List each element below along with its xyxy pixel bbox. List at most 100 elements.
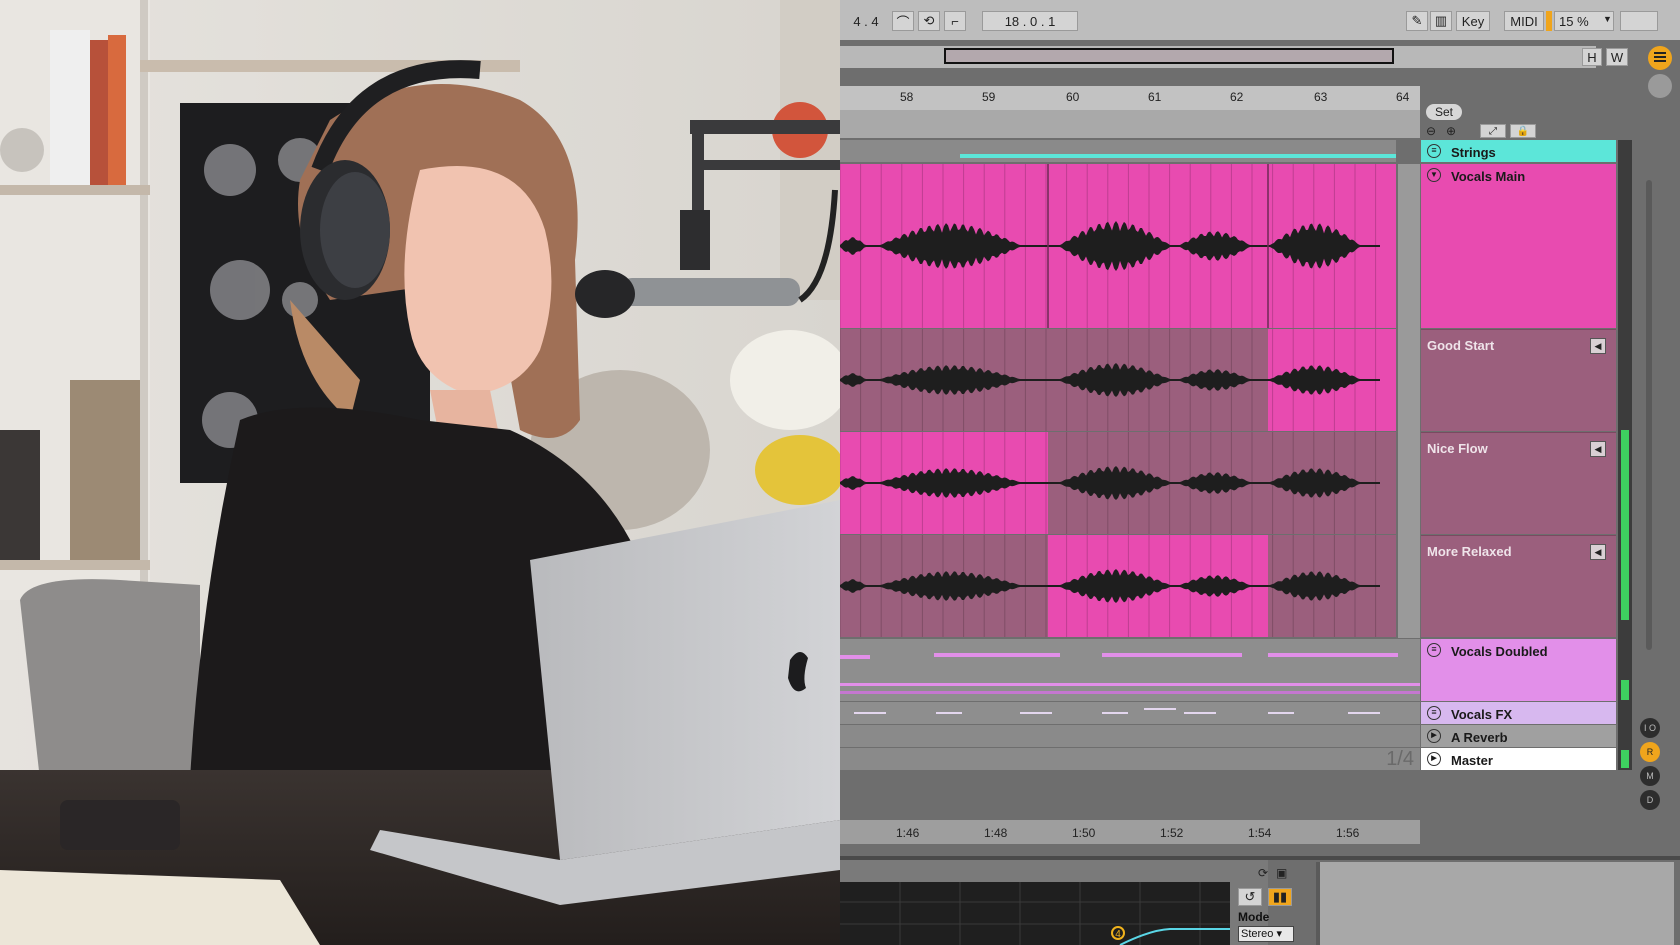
time-tick: 1:48 bbox=[984, 826, 1008, 840]
time-tick: 1:52 bbox=[1160, 826, 1184, 840]
adapt-q-icon[interactable]: ↺ bbox=[1238, 888, 1262, 906]
vertical-scrollbar[interactable] bbox=[1646, 180, 1652, 650]
waveform-take-1 bbox=[840, 329, 1396, 431]
bar-64: 64 bbox=[1396, 90, 1410, 104]
take-header-more-relaxed[interactable]: More Relaxed ◀ bbox=[1421, 535, 1616, 637]
time-tick: 1:54 bbox=[1248, 826, 1272, 840]
track-header-vocals-doubled[interactable]: ≡ Vocals Doubled bbox=[1421, 639, 1616, 701]
grid-size-label[interactable]: 1/4 bbox=[1386, 748, 1414, 770]
master-lane[interactable]: 1/4 bbox=[840, 748, 1420, 770]
group-fold-icon[interactable]: ≡ bbox=[1427, 144, 1441, 158]
follow-icon[interactable]: ⌒ bbox=[892, 11, 914, 31]
time-signature[interactable]: 4 . 4 bbox=[846, 11, 886, 31]
time-tick: 1:46 bbox=[896, 826, 920, 840]
eq-display[interactable]: 4 bbox=[840, 882, 1230, 945]
take-name: Good Start bbox=[1427, 338, 1495, 353]
save-preset-icon[interactable]: ▣ bbox=[1276, 866, 1287, 880]
track-name: Vocals FX bbox=[1451, 707, 1513, 722]
chevron-down-icon[interactable]: ▼ bbox=[1603, 14, 1612, 24]
midi-map-button[interactable]: MIDI bbox=[1504, 11, 1544, 31]
bar-60: 60 bbox=[1066, 90, 1080, 104]
lock-icon[interactable]: 🔒 bbox=[1510, 124, 1536, 138]
take-header-nice-flow[interactable]: Nice Flow ◀ bbox=[1421, 432, 1616, 534]
track-meters bbox=[1618, 140, 1632, 770]
a-reverb-lane[interactable] bbox=[840, 725, 1420, 747]
punch-icon[interactable]: ⌐ bbox=[944, 11, 966, 31]
daw-arrangement-view: 4 . 4 ⌒ ⟲ ⌐ 18 . 0 . 1 ✎ ▥ Key MIDI 15 %… bbox=[840, 0, 1680, 945]
bar-62: 62 bbox=[1230, 90, 1244, 104]
group-fold-icon[interactable]: ≡ bbox=[1427, 706, 1441, 720]
audition-speaker-icon[interactable]: ◀ bbox=[1590, 338, 1606, 354]
take-lanes-fold-icon[interactable]: ▼ bbox=[1427, 168, 1441, 182]
track-name: A Reverb bbox=[1451, 730, 1508, 745]
next-locator-icon[interactable]: ⊕ bbox=[1446, 124, 1456, 138]
fold-icon[interactable]: ▶ bbox=[1427, 729, 1441, 743]
track-header-a-reverb[interactable]: ▶ A Reverb bbox=[1421, 725, 1616, 747]
overview-window[interactable] bbox=[944, 48, 1394, 64]
bar-ruler[interactable]: 58 59 60 61 62 63 64 bbox=[840, 86, 1420, 110]
loop-icon[interactable]: ⟲ bbox=[918, 11, 940, 31]
fold-icon[interactable]: ▶ bbox=[1427, 752, 1441, 766]
menu-icon[interactable] bbox=[1648, 46, 1672, 70]
track-header-master[interactable]: ▶ Master bbox=[1421, 748, 1616, 770]
expand-icon[interactable]: ⤢ bbox=[1480, 124, 1506, 138]
track-header-strings[interactable]: ≡ Strings bbox=[1421, 140, 1616, 162]
mixer-toggle-icon[interactable] bbox=[1648, 74, 1672, 98]
vocals-meter bbox=[1621, 430, 1629, 620]
mixer-toggle-button[interactable]: M bbox=[1640, 766, 1660, 786]
time-tick: 1:56 bbox=[1336, 826, 1360, 840]
waveform-main bbox=[840, 164, 1396, 328]
track-name: Master bbox=[1451, 753, 1493, 768]
take-lane-nice-flow[interactable] bbox=[840, 432, 1396, 534]
waveform-take-2 bbox=[840, 432, 1380, 534]
cpu-meter bbox=[1546, 11, 1552, 31]
track-header-vocals-main[interactable]: ▼ Vocals Main bbox=[1421, 164, 1616, 328]
lane-scrollbar[interactable] bbox=[1398, 164, 1420, 638]
key-map-button[interactable]: Key bbox=[1456, 11, 1490, 31]
analyzer-icon[interactable]: ▮▮ bbox=[1268, 888, 1292, 906]
take-header-good-start[interactable]: Good Start ◀ bbox=[1421, 329, 1616, 431]
piano-icon[interactable]: ▥ bbox=[1430, 11, 1452, 31]
time-tick: 1:50 bbox=[1072, 826, 1096, 840]
audition-speaker-icon[interactable]: ◀ bbox=[1590, 544, 1606, 560]
take-name: More Relaxed bbox=[1427, 544, 1512, 559]
time-ruler[interactable]: 1:46 1:48 1:50 1:52 1:54 1:56 bbox=[840, 820, 1420, 844]
w-button[interactable]: W bbox=[1606, 48, 1628, 66]
eq-curve bbox=[840, 882, 1230, 945]
mode-label: Mode bbox=[1238, 910, 1270, 924]
returns-toggle-button[interactable]: R bbox=[1640, 742, 1660, 762]
bar-61: 61 bbox=[1148, 90, 1162, 104]
song-position[interactable]: 18 . 0 . 1 bbox=[982, 11, 1078, 31]
vocals-doubled-lane[interactable] bbox=[840, 639, 1420, 701]
track-name: Strings bbox=[1451, 145, 1496, 160]
audition-speaker-icon[interactable]: ◀ bbox=[1590, 441, 1606, 457]
track-name: Vocals Main bbox=[1451, 169, 1526, 184]
take-lane-good-start[interactable] bbox=[840, 329, 1396, 431]
h-button[interactable]: H bbox=[1582, 48, 1602, 66]
take-lane-more-relaxed[interactable] bbox=[840, 535, 1396, 637]
track-name: Vocals Doubled bbox=[1451, 644, 1548, 659]
strings-lane[interactable] bbox=[840, 140, 1396, 162]
delay-toggle-button[interactable]: D bbox=[1640, 790, 1660, 810]
mode-select[interactable]: Stereo ▾ bbox=[1238, 926, 1294, 942]
device-drop-area[interactable] bbox=[1316, 862, 1674, 945]
overview-strip[interactable] bbox=[840, 46, 1596, 68]
waveform-take-3 bbox=[840, 535, 1380, 637]
take-name: Nice Flow bbox=[1427, 441, 1488, 456]
draw-mode-icon[interactable]: ✎ bbox=[1406, 11, 1428, 31]
device-eq: 4 ⟳ ▣ ↺ ▮▮ bbox=[840, 860, 1292, 945]
io-toggle-button[interactable]: I O bbox=[1640, 718, 1660, 738]
bar-58: 58 bbox=[900, 90, 914, 104]
refresh-icon[interactable]: ⟳ bbox=[1258, 866, 1268, 880]
eq-band-handle[interactable]: 4 bbox=[1111, 926, 1125, 940]
vocals-fx-lane[interactable] bbox=[840, 702, 1420, 724]
track-header-vocals-fx[interactable]: ≡ Vocals FX bbox=[1421, 702, 1616, 724]
vocalist-photo bbox=[0, 0, 840, 945]
overload-indicator bbox=[1620, 11, 1658, 31]
set-locator-button[interactable]: Set bbox=[1426, 104, 1462, 120]
strings-clip[interactable] bbox=[960, 154, 1396, 158]
group-fold-icon[interactable]: ≡ bbox=[1427, 643, 1441, 657]
scrub-area[interactable] bbox=[840, 110, 1420, 138]
vocals-main-comp-lane[interactable] bbox=[840, 164, 1396, 328]
prev-locator-icon[interactable]: ⊖ bbox=[1426, 124, 1436, 138]
